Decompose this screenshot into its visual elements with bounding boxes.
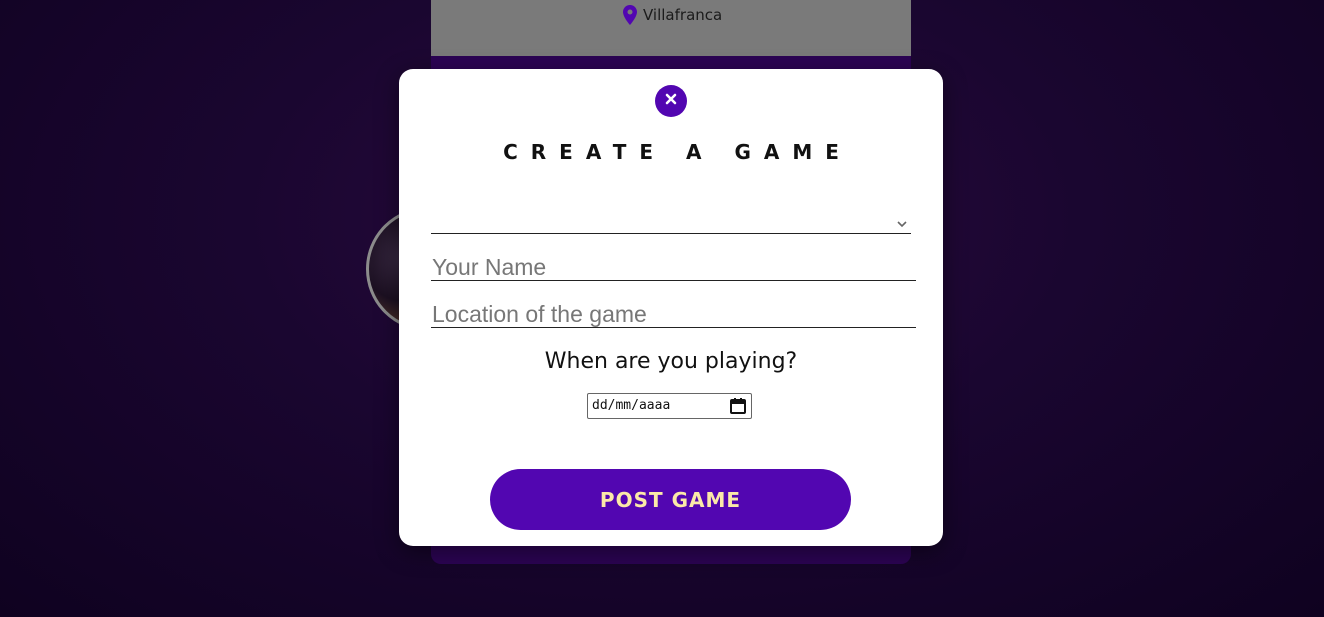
game-card-header: Villafranca: [431, 0, 911, 56]
close-icon: [665, 92, 677, 110]
map-pin-icon: [623, 5, 637, 25]
close-button[interactable]: [655, 85, 687, 117]
post-game-button[interactable]: POST GAME: [490, 469, 851, 530]
game-location-input[interactable]: [431, 301, 916, 328]
your-name-input[interactable]: [431, 254, 916, 281]
date-input-text: dd/mm/aaaa: [592, 398, 671, 413]
game-type-select[interactable]: [431, 207, 911, 234]
date-input[interactable]: dd/mm/aaaa: [587, 393, 752, 419]
when-playing-label: When are you playing?: [544, 349, 798, 374]
modal-title: CREATE A GAME: [503, 140, 852, 164]
game-location-label: Villafranca: [643, 6, 723, 24]
calendar-icon[interactable]: [729, 397, 747, 420]
game-location: Villafranca: [623, 4, 722, 26]
chevron-down-icon: [897, 215, 907, 233]
create-game-modal: CREATE A GAME When are you playing? dd/m…: [399, 69, 943, 546]
